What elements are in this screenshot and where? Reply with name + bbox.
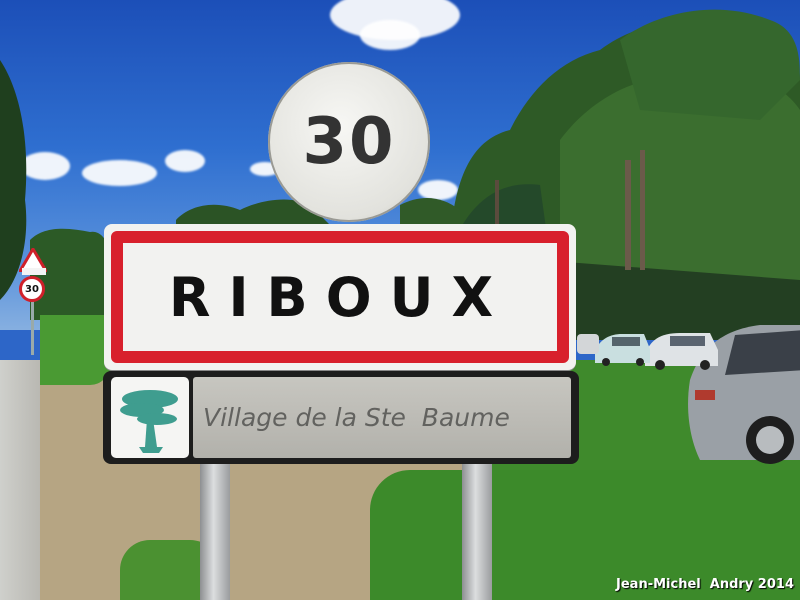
parked-car-teal	[595, 334, 650, 366]
sign-post-left	[200, 462, 230, 600]
sub-sign-panel: Village de la Ste Baume	[193, 377, 571, 458]
small-speed-sign: 30	[19, 276, 45, 302]
small-speed-value: 30	[25, 283, 39, 295]
tree-logo-icon	[111, 377, 189, 458]
small-plate	[22, 268, 46, 275]
paved-path	[0, 360, 40, 600]
town-name: RIBOUX	[168, 265, 512, 329]
sub-sign-text: Village de la Ste Baume	[203, 403, 510, 432]
parked-car-white	[645, 333, 718, 370]
village-sub-sign: Village de la Ste Baume	[103, 371, 579, 464]
parked-car-small	[577, 334, 599, 354]
small-sign-post	[31, 295, 34, 355]
grass-left	[40, 315, 110, 385]
town-sign-red-border: RIBOUX	[111, 231, 569, 363]
sign-post-right	[462, 462, 492, 600]
photo-credit: Jean-Michel Andry 2014	[616, 577, 794, 592]
town-sign: RIBOUX	[104, 224, 576, 370]
photo-scene: 30 30 RIBOUX Village de la Ste Baume Jea…	[0, 0, 800, 600]
speed-limit-sign: 30	[268, 62, 430, 222]
tree-logo-graphic	[120, 390, 178, 453]
speed-limit-value: 30	[302, 105, 396, 179]
